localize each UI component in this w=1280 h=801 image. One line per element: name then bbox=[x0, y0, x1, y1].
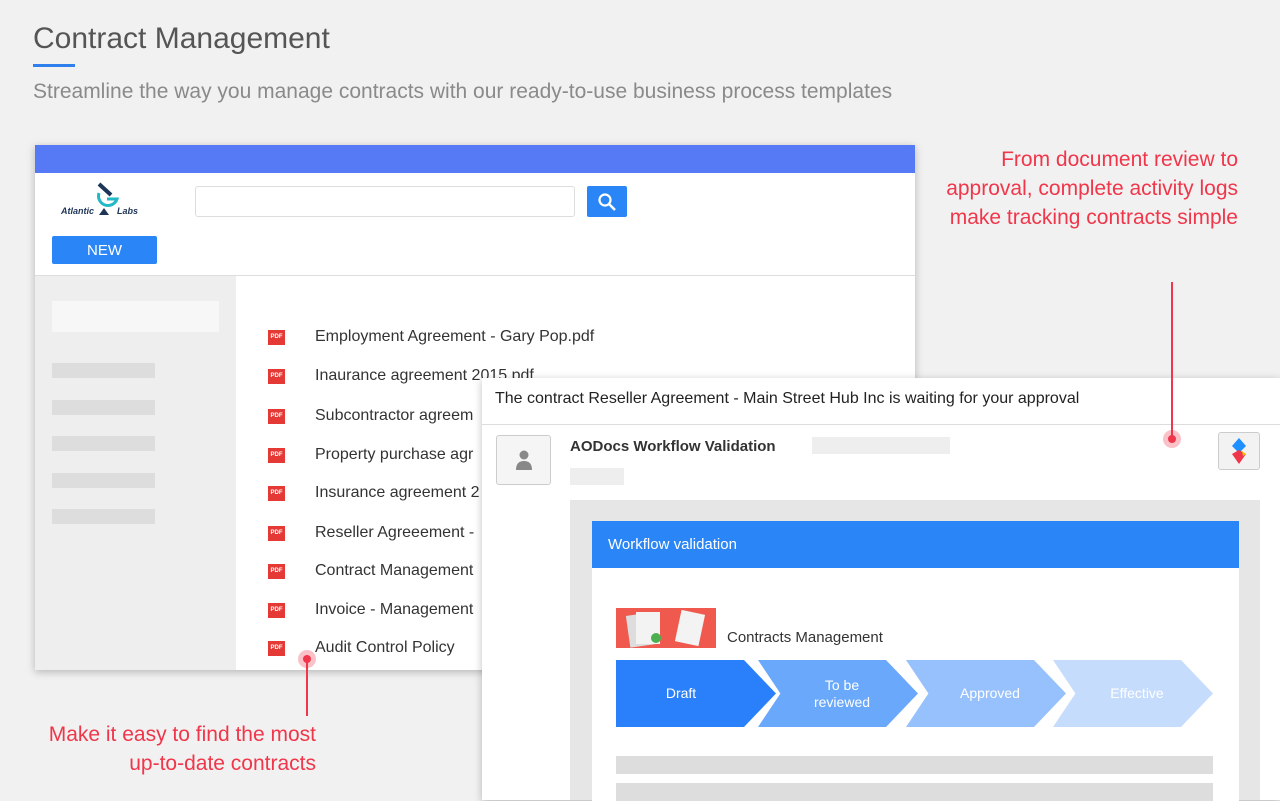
email-body: Workflow validation Contracts Management… bbox=[570, 500, 1260, 801]
pdf-icon: PDF bbox=[268, 485, 285, 501]
pdf-icon: PDF bbox=[268, 525, 285, 541]
contracts-illustration bbox=[616, 608, 716, 648]
annotation-dot bbox=[298, 650, 316, 668]
file-item[interactable]: PDF Reseller Agreeement - bbox=[268, 524, 474, 542]
search-button[interactable] bbox=[587, 186, 627, 217]
pdf-icon: PDF bbox=[268, 447, 285, 463]
sidebar-item[interactable] bbox=[52, 363, 155, 378]
pdf-icon: PDF bbox=[268, 602, 285, 618]
sidebar-item[interactable] bbox=[52, 473, 155, 488]
atlantic-labs-logo: Atlantic Labs bbox=[59, 181, 149, 223]
file-name: Property purchase agr bbox=[315, 446, 474, 463]
step-label: Effective bbox=[1110, 685, 1164, 701]
file-name: Audit Control Policy bbox=[315, 639, 455, 656]
pdf-icon: PDF bbox=[268, 329, 285, 345]
search-input[interactable] bbox=[195, 186, 575, 217]
placeholder bbox=[616, 756, 1213, 774]
file-item[interactable]: PDF Invoice - Management bbox=[268, 601, 473, 619]
email-subject: The contract Reseller Agreement - Main S… bbox=[495, 390, 1080, 407]
search-icon bbox=[598, 192, 616, 211]
annotation-line bbox=[306, 660, 308, 716]
file-item[interactable]: PDF Audit Control Policy bbox=[268, 639, 455, 657]
pdf-icon: PDF bbox=[268, 563, 285, 579]
sidebar bbox=[35, 276, 236, 670]
file-name: Insurance agreement 2 bbox=[315, 484, 480, 501]
new-button[interactable]: NEW bbox=[52, 236, 157, 264]
step-label: To be reviewed bbox=[813, 676, 871, 710]
annotation-dot bbox=[1163, 430, 1181, 448]
annotation-right: From document review to approval, comple… bbox=[946, 148, 1238, 229]
page-title: Contract Management bbox=[33, 22, 330, 55]
file-name: Contract Management bbox=[315, 562, 474, 579]
workflow-card: Workflow validation Contracts Management… bbox=[592, 521, 1239, 801]
annotation-left: Make it easy to find the most up-to-date… bbox=[48, 723, 316, 775]
sender-name: AODocs Workflow Validation bbox=[570, 438, 776, 455]
step-label: Approved bbox=[960, 685, 1020, 701]
file-name: Invoice - Management bbox=[315, 601, 474, 618]
file-item[interactable]: PDF Subcontractor agreem bbox=[268, 407, 473, 425]
placeholder bbox=[616, 783, 1213, 801]
sidebar-item[interactable] bbox=[52, 509, 155, 524]
card-title: Workflow validation bbox=[592, 521, 1239, 568]
sidebar-item[interactable] bbox=[52, 400, 155, 415]
file-name: Subcontractor agreem bbox=[315, 407, 474, 424]
file-name: Employment Agreement - Gary Pop.pdf bbox=[315, 328, 595, 345]
workflow-step: To be reviewed bbox=[758, 660, 918, 727]
divider bbox=[482, 424, 1280, 425]
placeholder bbox=[812, 437, 950, 454]
pdf-icon: PDF bbox=[268, 368, 285, 384]
pdf-icon: PDF bbox=[268, 408, 285, 424]
svg-text:Labs: Labs bbox=[117, 206, 138, 216]
workflow-step: Draft bbox=[616, 660, 776, 727]
step-label: Draft bbox=[665, 685, 697, 701]
avatar bbox=[496, 435, 551, 485]
title-underline bbox=[33, 64, 75, 67]
aodocs-logo bbox=[1218, 432, 1260, 470]
file-item[interactable]: PDF Insurance agreement 2 bbox=[268, 484, 480, 502]
file-item[interactable]: PDF Contract Management bbox=[268, 562, 473, 580]
annotation-line bbox=[1171, 282, 1173, 438]
top-bar bbox=[35, 145, 915, 173]
pdf-icon: PDF bbox=[268, 640, 285, 656]
file-item[interactable]: PDF Employment Agreement - Gary Pop.pdf bbox=[268, 328, 594, 346]
approval-email: The contract Reseller Agreement - Main S… bbox=[482, 378, 1280, 801]
placeholder bbox=[570, 468, 624, 485]
workflow-name: Contracts Management bbox=[727, 629, 883, 646]
sidebar-item[interactable] bbox=[52, 436, 155, 451]
file-name: Reseller Agreeement - bbox=[315, 524, 475, 541]
svg-text:Atlantic: Atlantic bbox=[60, 206, 94, 216]
page-subtitle: Streamline the way you manage contracts … bbox=[33, 80, 893, 103]
workflow-step: Approved bbox=[906, 660, 1066, 727]
workflow-step: Effective bbox=[1053, 660, 1213, 727]
file-item[interactable]: PDF Property purchase agr bbox=[268, 446, 473, 464]
sidebar-placeholder[interactable] bbox=[52, 301, 219, 332]
person-icon bbox=[515, 450, 532, 470]
